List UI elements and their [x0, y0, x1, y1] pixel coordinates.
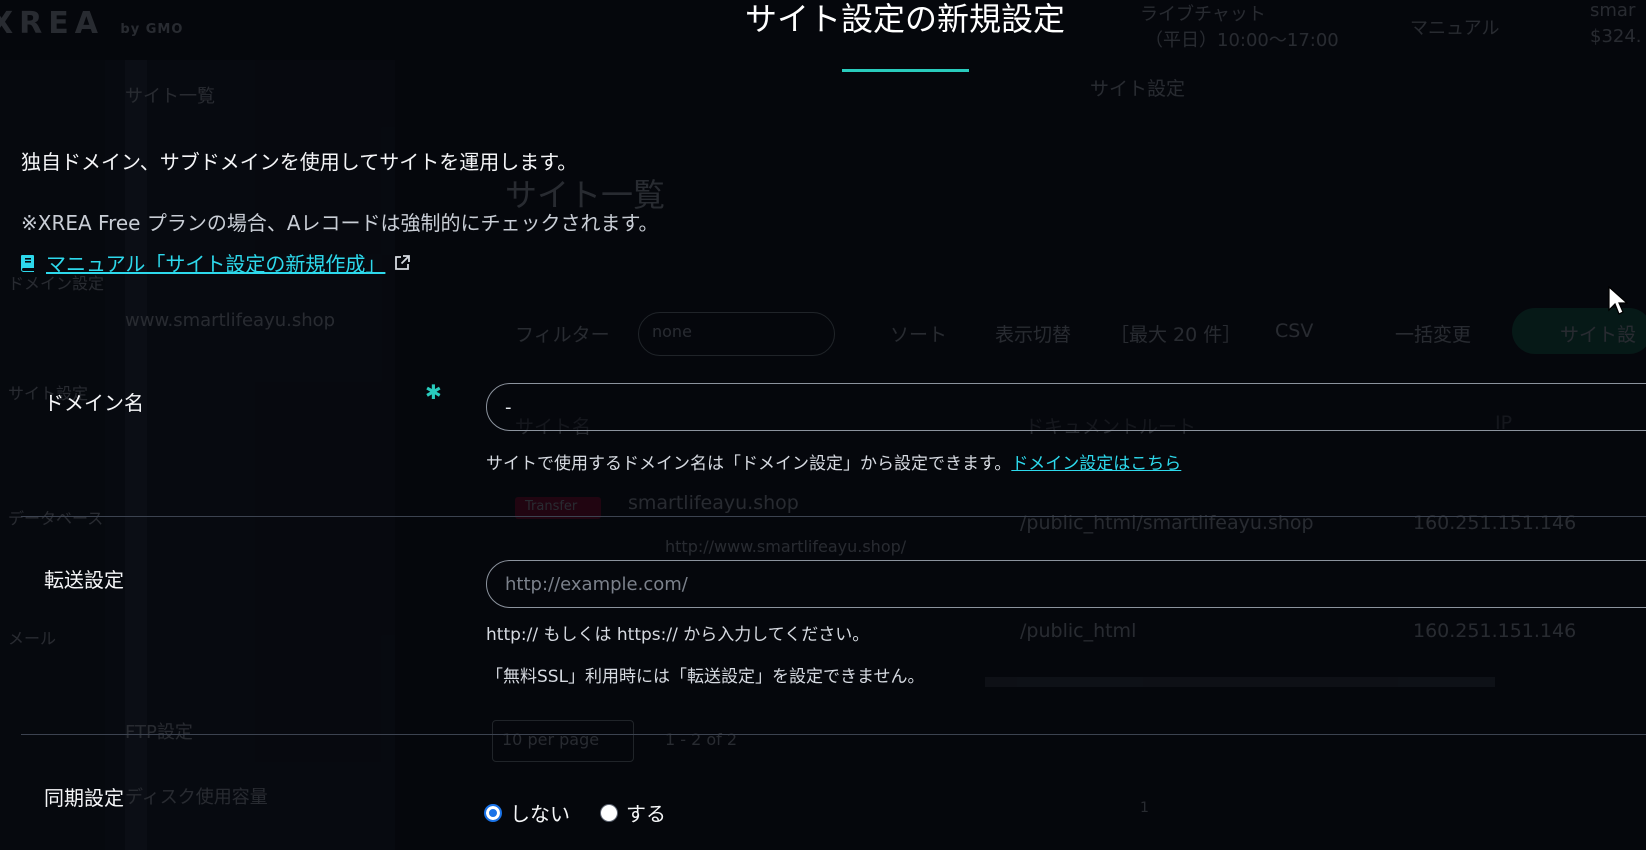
domain-name-input[interactable]	[486, 383, 1646, 431]
domain-help-text: サイトで使用するドメイン名は「ドメイン設定」から設定できます。	[486, 454, 1012, 474]
section-divider	[21, 516, 1646, 517]
sync-label: 同期設定	[44, 786, 124, 810]
radio-checked[interactable]	[484, 803, 502, 822]
forward-help-2: 「無料SSL」利用時には「転送設定」を設定できません。	[486, 667, 925, 687]
book-icon	[21, 254, 34, 272]
manual-link-label: マニュアル「サイト設定の新規作成」	[46, 252, 386, 276]
modal-description: 独自ドメイン、サブドメインを使用してサイトを運用します。	[21, 150, 578, 174]
sync-option-yes-label: する	[626, 802, 666, 826]
sync-option-no[interactable]: しない	[484, 798, 570, 827]
new-site-modal: サイト設定の新規設定 独自ドメイン、サブドメインを使用してサイトを運用します。 …	[0, 0, 1646, 850]
manual-link[interactable]: マニュアル「サイト設定の新規作成」	[18, 248, 411, 277]
domain-settings-link[interactable]: ドメイン設定はこちら	[1011, 454, 1181, 474]
forward-url-input[interactable]	[486, 560, 1646, 608]
free-plan-note: ※XREA Free プランの場合、Aレコードは強制的にチェックされます。	[21, 211, 659, 235]
title-underline	[842, 69, 969, 72]
domain-help: サイトで使用するドメイン名は「ドメイン設定」から設定できます。ドメイン設定はこち…	[486, 449, 1181, 474]
sync-option-yes[interactable]: する	[600, 798, 666, 827]
domain-name-label: ドメイン名	[44, 391, 144, 415]
mouse-cursor-icon	[1608, 286, 1628, 315]
required-mark: ✱	[425, 380, 442, 404]
radio-unchecked[interactable]	[600, 803, 618, 822]
external-link-icon	[395, 254, 411, 270]
modal-title: サイト設定の新規設定	[744, 0, 1065, 38]
forward-label: 転送設定	[44, 568, 124, 592]
sync-radio-group: しない する	[484, 798, 696, 827]
forward-help-1: http:// もしくは https:// から入力してください。	[486, 625, 870, 645]
sync-option-no-label: しない	[510, 802, 570, 826]
section-divider	[21, 734, 1646, 735]
